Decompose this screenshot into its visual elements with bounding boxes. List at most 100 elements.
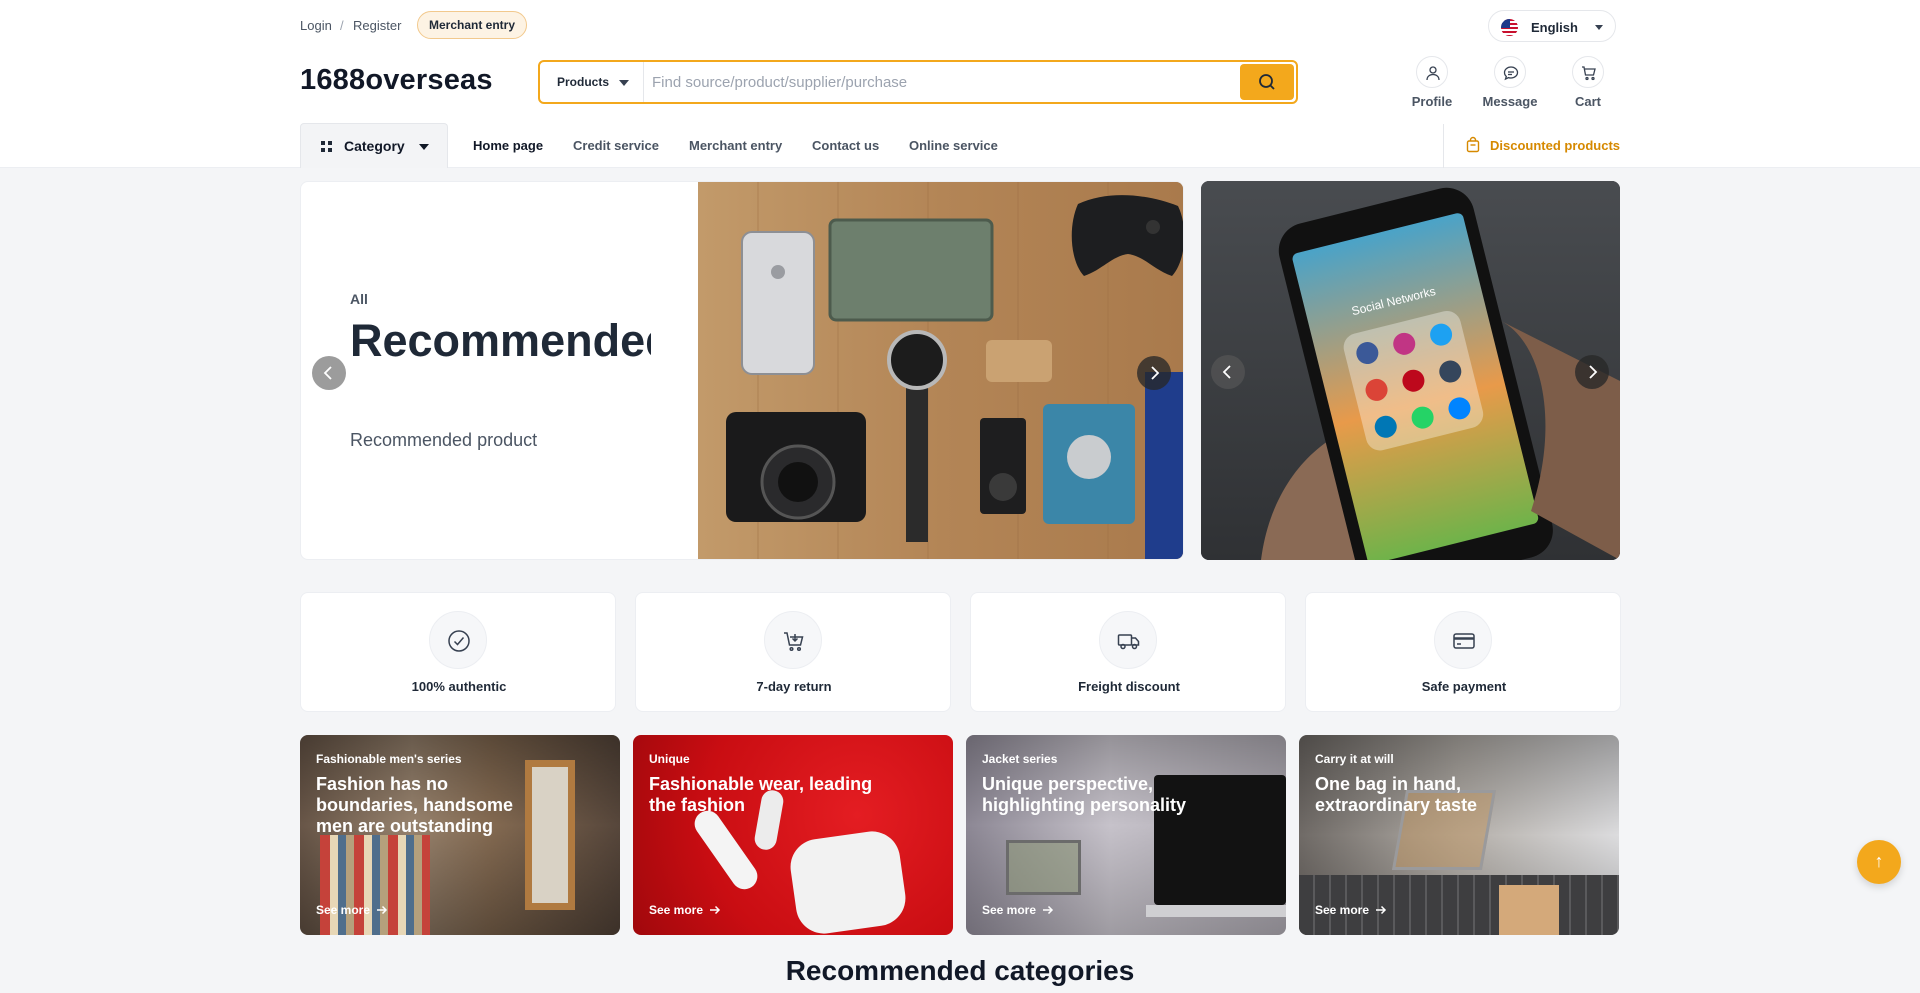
chevron-down-icon <box>1595 25 1603 30</box>
category-label: Category <box>344 138 405 154</box>
hero-prev-arrow[interactable] <box>312 356 346 390</box>
feature-freight: Freight discount <box>970 592 1286 712</box>
nav-merchant-entry[interactable]: Merchant entry <box>689 138 782 153</box>
chevron-right-icon <box>1151 366 1160 380</box>
see-more-link[interactable]: See more <box>649 903 721 917</box>
feature-icon-wrap <box>1434 611 1492 669</box>
hero-title-clip: Recommended categories <box>350 317 651 417</box>
discounted-products-label: Discounted products <box>1490 138 1621 153</box>
feature-label: 7-day return <box>756 679 832 694</box>
cart-button[interactable]: Cart <box>1553 56 1623 112</box>
arrow-right-icon <box>1376 905 1387 915</box>
profile-label: Profile <box>1411 94 1453 109</box>
feature-label: 100% authentic <box>411 679 507 694</box>
cart-label: Cart <box>1574 94 1601 109</box>
check-circle-icon <box>448 630 470 652</box>
see-more-link[interactable]: See more <box>316 903 388 917</box>
arrow-right-icon <box>377 905 388 915</box>
arrow-up-icon: ↑ <box>1874 851 1884 871</box>
promo-card-mens-series[interactable]: Fashionable men's series Fashion has no … <box>300 735 620 935</box>
nav-online-service[interactable]: Online service <box>909 138 998 153</box>
search-bar: Products <box>538 60 1298 104</box>
card-title: One bag in hand, extraordinary taste <box>1315 774 1478 815</box>
search-icon <box>1259 74 1275 90</box>
back-to-top-button[interactable]: ↑ <box>1857 840 1901 884</box>
promo-banner-social: Social Networks <box>1201 181 1620 560</box>
nav-divider <box>1443 124 1444 168</box>
site-header: Login / Register Merchant entry English … <box>0 0 1920 168</box>
phone-social-illustration: Social Networks <box>1201 181 1620 560</box>
return-cart-icon <box>784 632 804 652</box>
feature-payment: Safe payment <box>1305 592 1621 712</box>
message-label: Message <box>1482 94 1538 109</box>
see-more-label: See more <box>1315 903 1370 917</box>
grid-icon <box>321 141 332 152</box>
profile-button[interactable]: Profile <box>1397 56 1467 112</box>
hero-kicker: All <box>350 291 368 307</box>
search-type-dropdown[interactable]: Products <box>540 62 644 102</box>
promo-card-unique[interactable]: Unique Fashionable wear, leading the fas… <box>633 735 953 935</box>
site-logo[interactable]: 1688overseas <box>300 64 493 97</box>
chevron-left-icon <box>323 366 332 380</box>
feature-icon-wrap <box>764 611 822 669</box>
truck-icon <box>1117 634 1140 650</box>
see-more-link[interactable]: See more <box>982 903 1054 917</box>
promo-card-carry-it[interactable]: Carry it at will One bag in hand, extrao… <box>1299 735 1619 935</box>
hero-banner: All Recommended categories Recommended p… <box>300 181 1184 560</box>
chevron-down-icon <box>419 144 429 150</box>
see-more-link[interactable]: See more <box>1315 903 1387 917</box>
nav-home-page[interactable]: Home page <box>473 138 543 153</box>
category-menu-button[interactable]: Category <box>300 123 448 168</box>
card-title: Fashionable wear, leading the fashion <box>649 774 873 815</box>
search-input[interactable] <box>652 68 1242 96</box>
chevron-down-icon <box>619 80 629 86</box>
promo-prev-arrow[interactable] <box>1211 355 1245 389</box>
see-more-label: See more <box>982 903 1037 917</box>
hero-text: All Recommended categories Recommended p… <box>301 182 698 559</box>
search-type-label: Products <box>557 75 610 89</box>
see-more-label: See more <box>649 903 704 917</box>
card-kicker: Unique <box>649 752 690 766</box>
top-bar: Login / Register Merchant entry English <box>300 10 1616 42</box>
chevron-left-icon <box>1222 365 1231 379</box>
hero-title: Recommended categories <box>350 317 651 366</box>
nav-contact-us[interactable]: Contact us <box>812 138 879 153</box>
hero-subtitle: Recommended product <box>350 430 538 450</box>
hero-next-arrow[interactable] <box>1137 356 1171 390</box>
login-separator: / <box>340 18 344 33</box>
nav-credit-service[interactable]: Credit service <box>573 138 659 153</box>
cart-icon <box>1582 66 1596 81</box>
card-title: Fashion has no boundaries, handsome men … <box>316 774 514 836</box>
profile-icon-wrap <box>1416 56 1448 88</box>
feature-icon-wrap <box>429 611 487 669</box>
merchant-entry-button[interactable]: Merchant entry <box>417 11 528 39</box>
hero-product-photo <box>698 182 1183 559</box>
search-button[interactable] <box>1240 64 1294 100</box>
see-more-label: See more <box>316 903 371 917</box>
card-title: Unique perspective, highlighting persona… <box>982 774 1186 815</box>
us-flag-icon <box>1501 19 1518 36</box>
cart-icon-wrap <box>1572 56 1604 88</box>
promo-next-arrow[interactable] <box>1575 355 1609 389</box>
feature-return: 7-day return <box>635 592 951 712</box>
card-kicker: Fashionable men's series <box>316 752 462 766</box>
shopping-bag-icon <box>1466 136 1480 153</box>
language-selector[interactable]: English <box>1488 10 1616 42</box>
register-link[interactable]: Register <box>353 18 401 33</box>
feature-label: Safe payment <box>1421 679 1507 694</box>
login-link[interactable]: Login <box>300 18 332 33</box>
arrow-right-icon <box>710 905 721 915</box>
language-label: English <box>1531 20 1578 35</box>
message-button[interactable]: Message <box>1475 56 1545 112</box>
feature-authentic: 100% authentic <box>300 592 616 712</box>
message-icon <box>1503 66 1519 81</box>
chevron-right-icon <box>1589 365 1598 379</box>
feature-icon-wrap <box>1099 611 1157 669</box>
promo-card-jacket-series[interactable]: Jacket series Unique perspective, highli… <box>966 735 1286 935</box>
message-icon-wrap <box>1494 56 1526 88</box>
card-kicker: Jacket series <box>982 752 1058 766</box>
gadgets-illustration <box>698 182 1183 559</box>
arrow-right-icon <box>1043 905 1054 915</box>
card-kicker: Carry it at will <box>1315 752 1394 766</box>
feature-label: Freight discount <box>1078 679 1180 694</box>
